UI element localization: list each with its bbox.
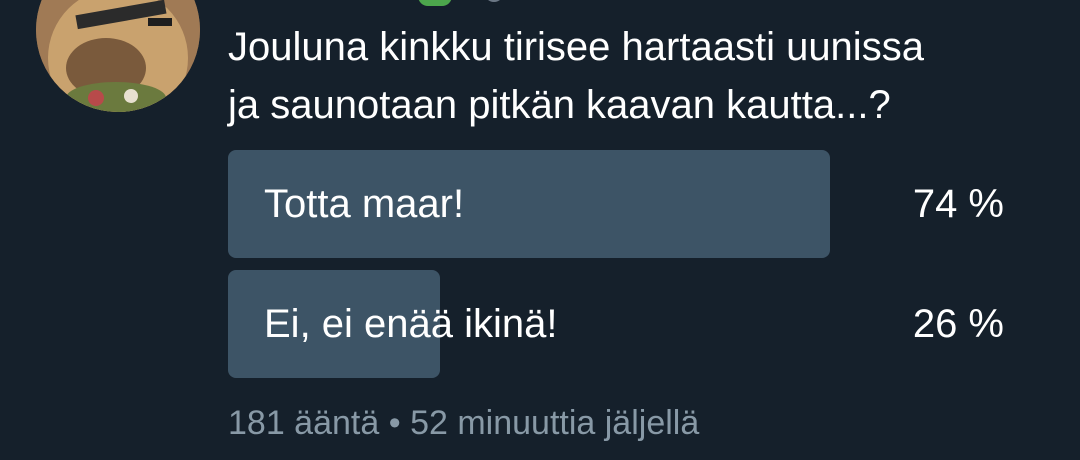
poll-option-1-label: Totta maar! [264,182,465,226]
grey-badge-icon [484,0,504,2]
poll-option-2-percent: 26 % [912,302,1004,346]
avatar-image [36,0,200,112]
meta-separator: • [388,404,401,442]
time-remaining: 52 minuuttia jäljellä [410,404,700,442]
verified-leaf-icon [418,0,452,6]
poll-option-1[interactable]: Totta maar! 74 % [228,150,1004,258]
poll-question: Jouluna kinkku tirisee hartaasti uunissa… [228,25,924,127]
vote-count: 181 ääntä [228,404,380,442]
poll-option-2-label: Ei, ei enää ikinä! [264,302,558,346]
avatar[interactable] [36,0,200,112]
poll-meta: 181 ääntä • 52 minuuttia jäljellä [228,404,699,443]
poll-option-2[interactable]: Ei, ei enää ikinä! 26 % [228,270,1004,378]
poll-option-1-percent: 74 % [912,182,1004,226]
